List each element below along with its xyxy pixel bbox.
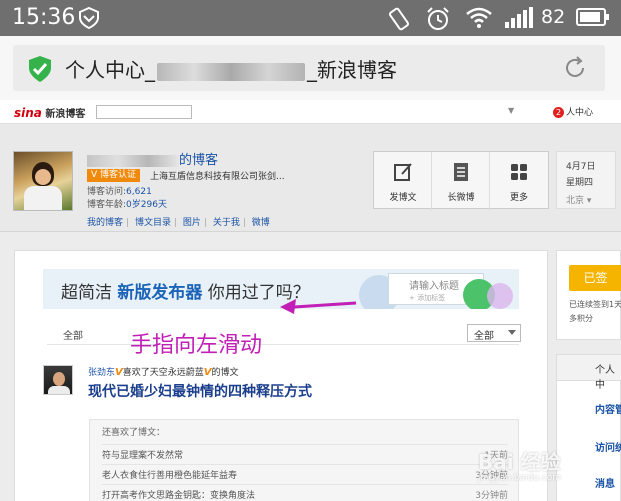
battery-icon	[576, 8, 609, 26]
company-name: 上海互盾信息科技有限公司张剑...	[150, 172, 285, 182]
battery-percent: 82	[541, 6, 566, 28]
status-bar: 15:36 82	[0, 0, 621, 36]
also-liked-box: 还喜欢了博文： 符与显理案不发然常 1天前 老人衣食住行善用橙色能延年益寿 3分钟前…	[89, 419, 519, 501]
sina-topbar: sina 新浪博客 ▼ 2 人中心	[0, 100, 621, 124]
date-weather: 4月7日 星期四 北京 ▾	[556, 151, 616, 209]
nav-article-list[interactable]: 博文目录	[135, 218, 171, 228]
blog-actions: 发博文 长微博 更多	[373, 151, 549, 210]
list-item[interactable]: 老人衣食住行善用橙色能延年益寿 3分钟前	[102, 464, 508, 482]
wifi-icon	[466, 7, 492, 28]
v-icon: V	[115, 367, 123, 378]
swipe-arrow-icon	[280, 299, 357, 314]
long-weibo-button[interactable]: 长微博	[432, 152, 490, 210]
nav-about[interactable]: 关于我	[213, 218, 240, 228]
sina-search-input[interactable]	[96, 105, 192, 119]
list-item[interactable]: 打开高考作文思路金钥匙：变换角度法 3分钟前	[102, 484, 508, 501]
feed-user[interactable]: 张劲东	[88, 368, 115, 378]
notification-badge: 2	[553, 107, 564, 118]
nav-images[interactable]: 图片	[183, 218, 201, 228]
signal-icon	[505, 7, 533, 28]
alarm-icon	[427, 7, 449, 30]
blog-age: 博客年龄:0岁296天	[87, 200, 167, 210]
feed-filter: 全部 全部	[47, 323, 521, 345]
redacted-name	[157, 62, 305, 81]
checkin-card: 已签 已连续签到1天 多积分	[556, 250, 621, 340]
feed-title[interactable]: 现代已婚少妇最钟情的四种释压方式	[88, 381, 312, 401]
secure-shield-icon	[29, 56, 51, 82]
grid-icon	[511, 164, 527, 180]
rotate-icon	[388, 7, 410, 31]
page-title: 个人中心_ _新浪博客	[65, 58, 397, 82]
banner-text: 超简洁 新版发布器 你用过了吗？	[61, 283, 310, 303]
baidu-watermark: Bai 经验 jingyan.baidu.com	[478, 450, 562, 483]
sina-logo[interactable]: sina 新浪博客	[14, 105, 85, 120]
chevron-down-icon[interactable]: ▼	[508, 106, 514, 115]
feed-meta: 张劲东V喜欢了天空永远蔚蓝V的博文	[88, 367, 239, 378]
feed-avatar[interactable]	[43, 365, 73, 395]
address-bar[interactable]: 个人中心_ _新浪博客	[13, 45, 605, 91]
reload-icon[interactable]	[562, 55, 588, 81]
city-select[interactable]: 北京 ▾	[557, 193, 615, 206]
post-article-button[interactable]: 发博文	[374, 152, 432, 210]
right-sidebar: 已签 已连续签到1天 多积分 个人中 内容管 访问统 消息	[556, 250, 621, 501]
blog-nav: 我的博客 | 博文目录 | 图片 | 关于我 | 微博	[87, 218, 270, 228]
blog-avatar[interactable]	[13, 151, 73, 211]
blog-header: 的博客 V 博客认证 上海互盾信息科技有限公司张剑... 博客访问:6,621 …	[0, 125, 621, 232]
swipe-hint: 手指向左滑动	[130, 333, 263, 358]
more-button[interactable]: 更多	[490, 152, 548, 210]
checkin-button[interactable]: 已签	[569, 265, 621, 291]
browser-toolbar: 个人中心_ _新浪博客	[0, 36, 621, 100]
v-icon: V	[203, 367, 212, 378]
feed-panel: 超简洁 新版发布器 你用过了吗？ 请输入标题 + 添加标签 全部 全部 张劲东V…	[14, 250, 548, 501]
filter-select[interactable]: 全部	[467, 324, 521, 342]
filter-all-tab[interactable]: 全部	[63, 327, 83, 342]
v-icon: V	[91, 170, 98, 180]
personal-center-card: 个人中 内容管 访问统 消息	[556, 354, 621, 501]
chevron-down-icon	[508, 330, 516, 335]
nav-my-blog[interactable]: 我的博客	[87, 218, 123, 228]
sidebar-item-stats[interactable]: 访问统	[595, 439, 621, 454]
list-item[interactable]: 符与显理案不发然常 1天前	[102, 444, 508, 462]
blog-name[interactable]: 的博客	[87, 149, 218, 168]
cert-badge[interactable]: V 博客认证	[87, 169, 141, 182]
user-center-link[interactable]: 2 人中心	[553, 105, 593, 118]
edit-icon	[394, 163, 412, 181]
document-icon	[454, 163, 468, 181]
sidebar-item-content[interactable]: 内容管	[595, 401, 621, 416]
sidebar-item-messages[interactable]: 消息	[595, 475, 615, 490]
navigation-shield-icon	[79, 6, 99, 30]
nav-weibo[interactable]: 微博	[252, 218, 270, 228]
music-icon	[487, 283, 513, 309]
visit-count: 博客访问:6,621	[87, 187, 152, 197]
status-time: 15:36	[12, 5, 76, 30]
